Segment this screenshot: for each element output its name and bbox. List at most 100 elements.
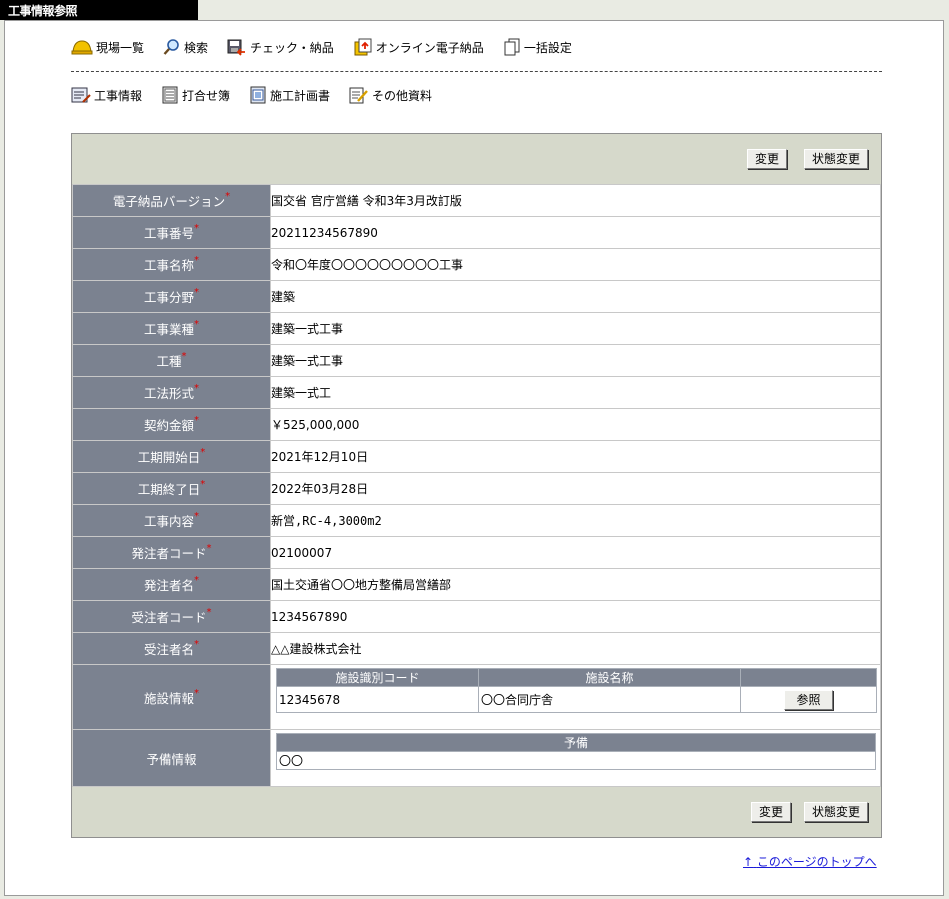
required-mark: * bbox=[194, 223, 199, 234]
field-label: 発注者名* bbox=[72, 568, 271, 601]
toolbar-label: 検索 bbox=[184, 40, 209, 55]
reserve-header: 予備 bbox=[276, 733, 876, 752]
facility-name: 〇〇合同庁舎 bbox=[478, 686, 741, 713]
field-value: 建築一式工事 bbox=[270, 312, 881, 345]
field-label: 工事内容* bbox=[72, 504, 271, 537]
construction-plan-icon bbox=[250, 86, 266, 104]
page-top-link[interactable]: ↑ このページのトップへ bbox=[743, 853, 877, 870]
field-value: 建築一式工 bbox=[270, 376, 881, 409]
field-value: 新営,RC-4,3000m2 bbox=[270, 504, 881, 537]
toolbar-online-delivery[interactable]: オンライン電子納品 bbox=[353, 38, 484, 56]
status-change-button[interactable]: 状態変更 bbox=[804, 149, 869, 169]
required-mark: * bbox=[194, 575, 199, 586]
main-toolbar: 現場一覧 検索 チェック・納品 オンライン電子納品 一括設定 bbox=[71, 35, 591, 59]
facility-name-header: 施設名称 bbox=[478, 668, 741, 687]
required-mark: * bbox=[194, 383, 199, 394]
status-change-button[interactable]: 状態変更 bbox=[804, 802, 869, 822]
toolbar-divider bbox=[71, 71, 882, 72]
required-mark: * bbox=[194, 319, 199, 330]
field-value: 2022年03月28日 bbox=[270, 472, 881, 505]
toolbar-search[interactable]: 検索 bbox=[163, 38, 208, 56]
field-label: 工事番号* bbox=[72, 216, 271, 249]
required-mark: * bbox=[206, 607, 212, 618]
field-label: 施設情報* bbox=[72, 664, 271, 730]
bottom-button-bar: 変更 状態変更 bbox=[72, 787, 881, 837]
reserve-row: 予備情報 予備 〇〇 bbox=[72, 729, 881, 787]
facility-cell: 施設識別コード 施設名称 12345678 〇〇合同庁舎 参照 bbox=[270, 664, 881, 730]
change-button[interactable]: 変更 bbox=[751, 802, 792, 822]
field-value: 2021年12月10日 bbox=[270, 440, 881, 473]
meeting-book-icon bbox=[162, 86, 178, 104]
field-label: 工事業種* bbox=[72, 312, 271, 345]
toolbar-label: チェック・納品 bbox=[250, 40, 334, 55]
toolbar-check-delivery[interactable]: チェック・納品 bbox=[227, 38, 334, 56]
subnav-other-docs[interactable]: その他資料 bbox=[349, 86, 432, 104]
online-delivery-icon bbox=[354, 38, 372, 56]
reserve-value: 〇〇 bbox=[276, 751, 876, 770]
subnav-label: 施工計画書 bbox=[270, 88, 331, 103]
toolbar-label: 現場一覧 bbox=[96, 40, 145, 55]
field-label: 工種* bbox=[72, 344, 271, 377]
reference-button[interactable]: 参照 bbox=[784, 689, 833, 710]
field-row: 発注者コード* 02100007 bbox=[72, 536, 881, 569]
field-value: 建築 bbox=[270, 280, 881, 313]
field-label: 工法形式* bbox=[72, 376, 271, 409]
field-value: ￥525,000,000 bbox=[270, 408, 881, 441]
field-label: 契約金額* bbox=[72, 408, 271, 441]
required-mark: * bbox=[194, 511, 199, 522]
field-label: 工事名称* bbox=[72, 248, 271, 281]
toolbar-site-list[interactable]: 現場一覧 bbox=[71, 38, 144, 56]
main-frame: 現場一覧 検索 チェック・納品 オンライン電子納品 一括設定 工事情報 打合せ簿 bbox=[4, 20, 944, 896]
field-label: 予備情報 bbox=[72, 729, 271, 787]
sub-nav: 工事情報 打合せ簿 施工計画書 その他資料 bbox=[71, 83, 451, 107]
required-mark: * bbox=[225, 191, 231, 202]
field-label: 電子納品バージョン* bbox=[72, 184, 271, 217]
field-row: 工法形式* 建築一式工 bbox=[72, 376, 881, 409]
project-info-icon bbox=[71, 87, 91, 103]
field-value: 1234567890 bbox=[270, 600, 881, 633]
field-label: 発注者コード* bbox=[72, 536, 271, 569]
toolbar-label: 一括設定 bbox=[523, 40, 572, 55]
facility-code: 12345678 bbox=[276, 686, 479, 713]
field-value: 令和〇年度〇〇〇〇〇〇〇〇〇工事 bbox=[270, 248, 881, 281]
change-button[interactable]: 変更 bbox=[747, 149, 788, 169]
required-mark: * bbox=[194, 639, 199, 650]
reserve-cell: 予備 〇〇 bbox=[270, 729, 881, 787]
field-value: △△建設株式会社 bbox=[270, 632, 881, 665]
page-title: 工事情報参照 bbox=[0, 0, 198, 20]
subnav-project-info[interactable]: 工事情報 bbox=[71, 86, 142, 104]
subnav-label: 打合せ簿 bbox=[182, 88, 231, 103]
field-row: 工事内容* 新営,RC-4,3000m2 bbox=[72, 504, 881, 537]
required-mark: * bbox=[194, 415, 199, 426]
field-row: 電子納品バージョン* 国交省 官庁営繕 令和3年3月改訂版 bbox=[72, 184, 881, 217]
field-value: 国土交通省〇〇地方整備局営繕部 bbox=[270, 568, 881, 601]
required-mark: * bbox=[200, 479, 206, 490]
subnav-label: その他資料 bbox=[372, 88, 433, 103]
required-mark: * bbox=[194, 687, 199, 699]
check-delivery-icon bbox=[227, 39, 246, 56]
field-row: 工事番号* 20211234567890 bbox=[72, 216, 881, 249]
bulk-settings-icon bbox=[504, 38, 520, 56]
field-label: 工期終了日* bbox=[72, 472, 271, 505]
up-arrow-icon: ↑ bbox=[743, 855, 754, 869]
facility-table: 施設識別コード 施設名称 12345678 〇〇合同庁舎 参照 bbox=[276, 668, 877, 713]
page-top-label: このページのトップへ bbox=[756, 855, 877, 869]
facility-action-cell: 参照 bbox=[740, 686, 877, 713]
subnav-construction-plan[interactable]: 施工計画書 bbox=[249, 86, 330, 104]
subnav-meeting-book[interactable]: 打合せ簿 bbox=[161, 86, 230, 104]
facility-data-row: 12345678 〇〇合同庁舎 参照 bbox=[276, 686, 877, 713]
subnav-label: 工事情報 bbox=[94, 88, 143, 103]
required-mark: * bbox=[181, 351, 187, 362]
hardhat-icon bbox=[71, 40, 93, 55]
field-label: 工事分野* bbox=[72, 280, 271, 313]
required-mark: * bbox=[200, 447, 206, 458]
reserve-table: 予備 〇〇 bbox=[276, 733, 876, 770]
project-info-table: 電子納品バージョン* 国交省 官庁営繕 令和3年3月改訂版 工事番号* 2021123… bbox=[72, 184, 881, 787]
field-row: 受注者名* △△建設株式会社 bbox=[72, 632, 881, 665]
field-row: 工事分野* 建築 bbox=[72, 280, 881, 313]
field-row: 工期終了日* 2022年03月28日 bbox=[72, 472, 881, 505]
top-button-bar: 変更 状態変更 bbox=[72, 134, 881, 184]
facility-code-header: 施設識別コード bbox=[276, 668, 479, 687]
project-info-panel: 変更 状態変更 電子納品バージョン* 国交省 官庁営繕 令和3年3月改訂版 工事番号… bbox=[71, 133, 882, 838]
toolbar-bulk-settings[interactable]: 一括設定 bbox=[503, 38, 572, 56]
